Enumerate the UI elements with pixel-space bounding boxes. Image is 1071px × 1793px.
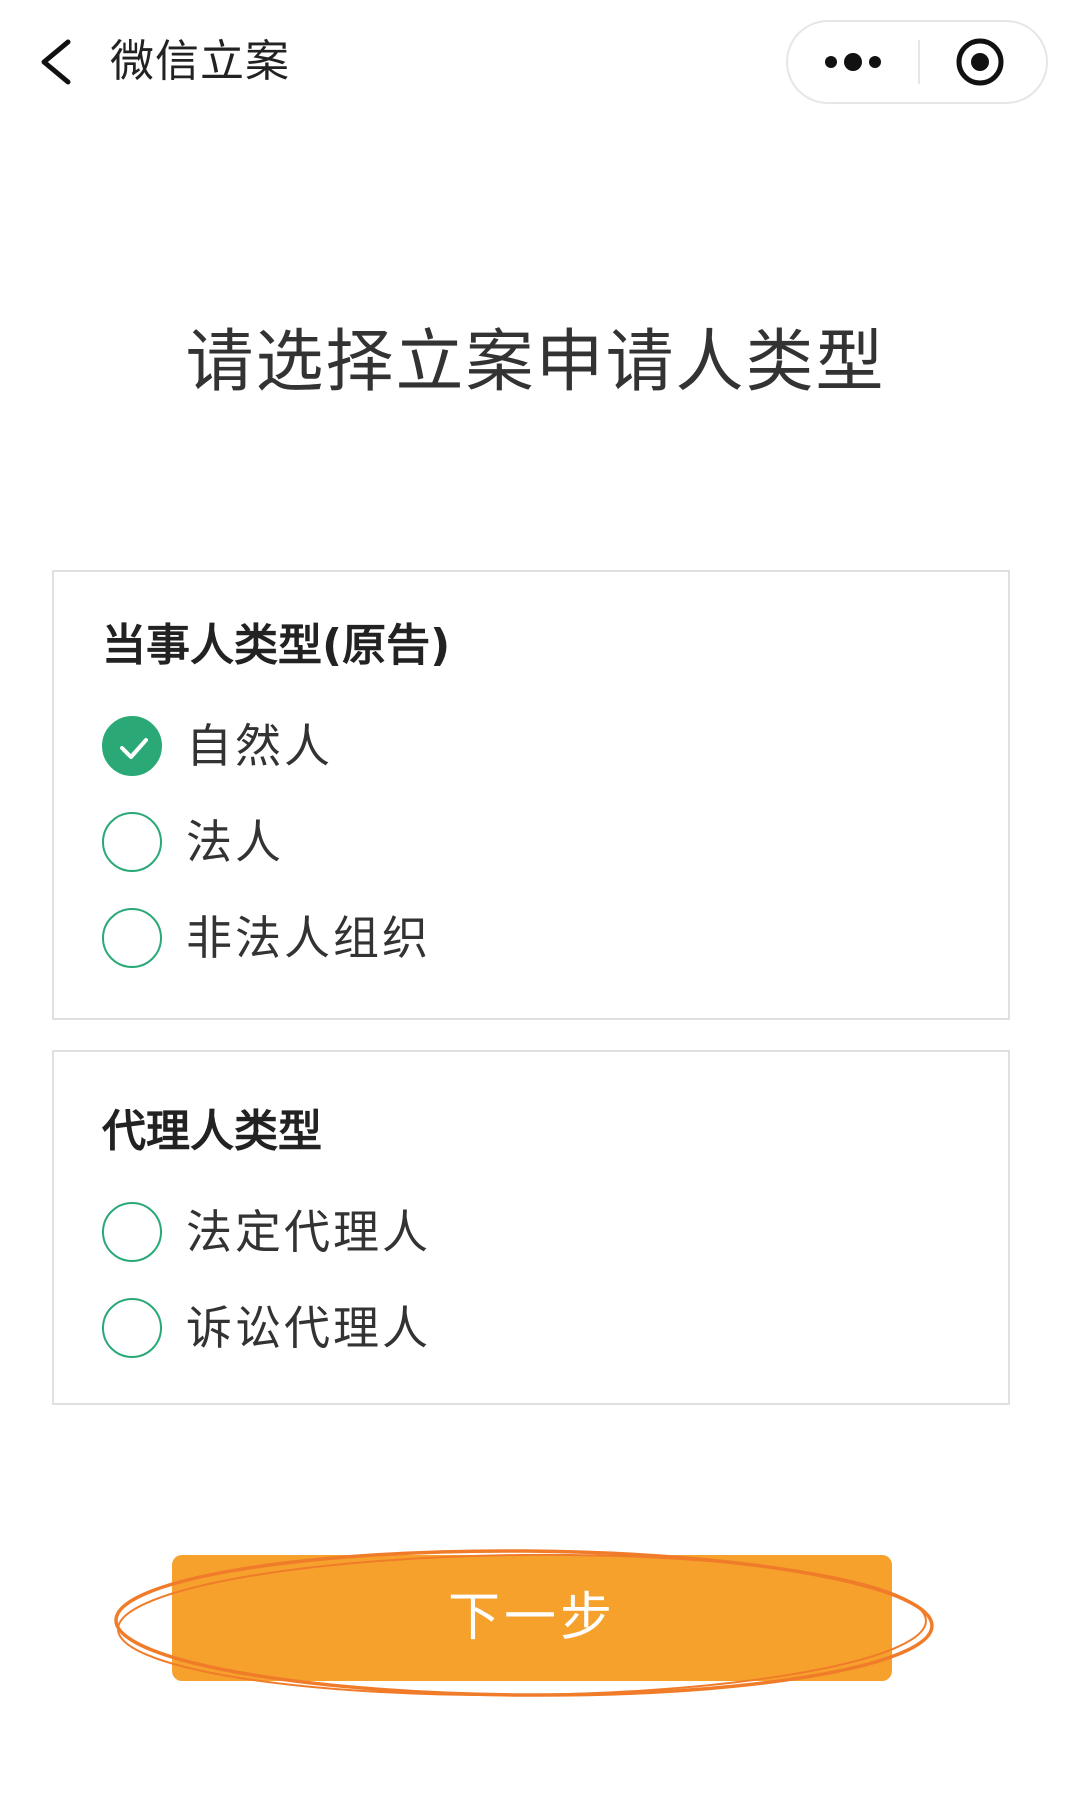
option-natural-person[interactable]: 自然人 <box>102 714 802 778</box>
agent-type-heading: 代理人类型 <box>102 1106 322 1157</box>
party-type-card: 当事人类型(原告) 自然人 法人 非法人组织 <box>52 570 1010 1020</box>
party-type-heading: 当事人类型(原告) <box>102 620 451 671</box>
option-legal-person[interactable]: 法人 <box>102 810 802 874</box>
option-unincorporated-org[interactable]: 非法人组织 <box>102 906 802 970</box>
target-close-icon <box>956 38 1004 86</box>
radio-unchecked[interactable] <box>102 908 162 968</box>
nav-title: 微信立案 <box>110 36 290 87</box>
page: 微信立案 请选择立案申请人类型 当事人类型(原告) 自然人 法人 非法人组织 代… <box>0 0 1071 1793</box>
option-statutory-agent[interactable]: 法定代理人 <box>102 1200 802 1264</box>
radio-unchecked[interactable] <box>102 1202 162 1262</box>
option-label: 诉讼代理人 <box>186 1301 431 1355</box>
nav-bar: 微信立案 <box>0 0 1071 130</box>
radio-unchecked[interactable] <box>102 1298 162 1358</box>
more-button[interactable] <box>788 22 918 102</box>
option-label: 法定代理人 <box>186 1205 431 1259</box>
option-label: 自然人 <box>186 719 333 773</box>
option-litigation-agent[interactable]: 诉讼代理人 <box>102 1296 802 1360</box>
back-button[interactable] <box>28 30 88 94</box>
option-label: 非法人组织 <box>186 911 431 965</box>
next-step-button[interactable]: 下一步 <box>172 1555 892 1681</box>
chevron-left-icon <box>41 39 71 85</box>
mini-program-capsule <box>786 20 1048 104</box>
option-label: 法人 <box>186 815 284 869</box>
next-step-label: 下一步 <box>447 1588 616 1648</box>
check-icon <box>120 738 148 759</box>
page-title: 请选择立案申请人类型 <box>185 323 886 402</box>
radio-checked[interactable] <box>102 716 162 776</box>
radio-unchecked[interactable] <box>102 812 162 872</box>
more-dots-icon <box>825 53 881 71</box>
close-button[interactable] <box>920 22 1046 102</box>
agent-type-card: 代理人类型 法定代理人 诉讼代理人 <box>52 1050 1010 1405</box>
